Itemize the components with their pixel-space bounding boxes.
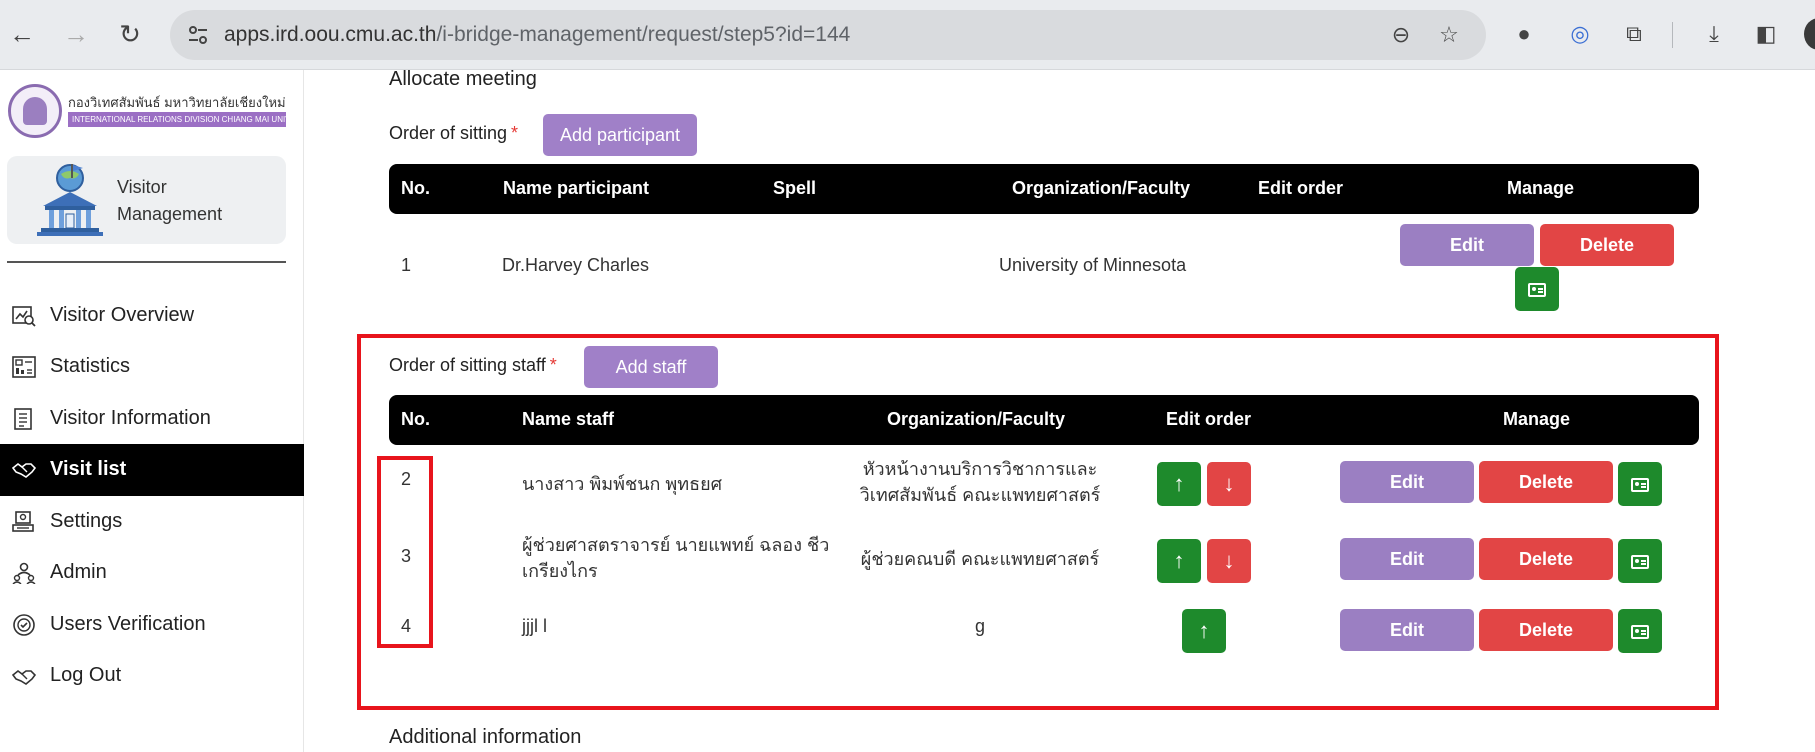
lightbulb-extension-icon[interactable]: ●	[1510, 20, 1538, 48]
url-host: apps.ird.oou.cmu.ac.th	[224, 23, 437, 46]
site-settings-icon[interactable]	[186, 23, 210, 47]
visitor-management-card[interactable]: Visitor Management	[7, 156, 286, 244]
order-of-sitting-text: Order of sitting	[389, 123, 508, 143]
sidebar-item-users-verification[interactable]: Users Verification	[0, 599, 304, 651]
url-path: /i-bridge-management/request/step5?id=14…	[436, 23, 851, 46]
sidebar-item-label: Admin	[50, 561, 107, 583]
header-edit-order: Edit order	[1258, 178, 1344, 198]
star-bookmark-icon[interactable]: ☆	[1436, 22, 1462, 48]
reload-icon[interactable]: ↻	[114, 18, 146, 50]
staff-number-highlight	[377, 456, 433, 648]
logout-icon	[12, 669, 36, 685]
id-card-button[interactable]	[1515, 267, 1559, 311]
sidebar-item-visit-list[interactable]: Visit list	[0, 444, 304, 496]
row-organization: University of Minnesota	[999, 255, 1187, 275]
delete-button[interactable]: Delete	[1540, 224, 1674, 266]
sidebar-item-log-out[interactable]: Log Out	[0, 650, 304, 702]
logo-thai-text: กองวิเทศสัมพันธ์ มหาวิทยาลัยเชียงใหม่	[68, 95, 286, 110]
header-organization: Organization/Faculty	[1012, 178, 1191, 198]
staff-section-highlight	[357, 334, 1719, 710]
order-of-sitting-label: Order of sitting *	[389, 123, 518, 144]
sidebar-item-label: Statistics	[50, 355, 131, 377]
admin-icon	[12, 562, 36, 584]
sidebar-item-label: Users Verification	[50, 613, 206, 635]
download-icon[interactable]: ⤓	[1700, 20, 1728, 48]
sidebar-item-statistics[interactable]: Statistics	[0, 341, 304, 393]
sidebar-item-admin[interactable]: Admin	[0, 547, 304, 599]
profile-avatar[interactable]	[1804, 18, 1815, 50]
statistics-icon	[12, 356, 36, 378]
edit-button[interactable]: Edit	[1400, 224, 1534, 266]
sidebar-item-label: Visitor Information	[50, 407, 211, 429]
document-list-icon	[14, 408, 32, 430]
side-panel-icon[interactable]: ◧	[1752, 20, 1780, 48]
url-text[interactable]: apps.ird.oou.cmu.ac.th/i-bridge-manageme…	[224, 23, 850, 47]
row-no: 1	[401, 255, 412, 275]
organization-logo[interactable]: กองวิเทศสัมพันธ์ มหาวิทยาลัยเชียงใหม่ IN…	[8, 84, 286, 140]
visitor-management-title: Visitor Management	[117, 177, 223, 224]
required-mark: *	[511, 123, 519, 143]
main-content: Allocate meeting Order of sitting * Add p…	[305, 68, 1815, 752]
add-participant-button[interactable]: Add participant	[543, 114, 697, 156]
building-globe-icon	[37, 164, 103, 236]
row-name: Dr.Harvey Charles	[502, 255, 650, 275]
chart-search-icon	[12, 306, 36, 327]
sidebar-item-visitor-overview[interactable]: Visitor Overview	[0, 290, 304, 342]
header-name-participant: Name participant	[503, 178, 650, 198]
logo-english-text: INTERNATIONAL RELATIONS DIVISION CHIANG …	[68, 112, 286, 127]
university-seal-icon	[8, 84, 62, 138]
sidebar-item-label: Visit list	[50, 458, 127, 480]
address-bar[interactable]: apps.ird.oou.cmu.ac.th/i-bridge-manageme…	[170, 10, 1486, 60]
sidebar-divider	[7, 261, 286, 263]
allocate-meeting-title: Allocate meeting	[389, 68, 537, 90]
zoom-out-icon[interactable]: ⊖	[1388, 22, 1414, 48]
sidebar-item-label: Log Out	[50, 664, 122, 686]
sidebar-item-settings[interactable]: Settings	[0, 496, 304, 548]
id-card-icon	[1528, 283, 1546, 298]
sidebar-item-label: Visitor Overview	[50, 304, 195, 326]
toolbar-divider	[1672, 22, 1673, 48]
settings-icon	[12, 511, 34, 532]
back-arrow-icon[interactable]: ←	[6, 18, 38, 50]
browser-toolbar: ← → ↻ apps.ird.oou.cmu.ac.th/i-bridge-ma…	[0, 0, 1815, 70]
header-spell: Spell	[773, 178, 817, 198]
verification-icon	[13, 614, 35, 636]
header-no: No.	[401, 178, 430, 198]
swirl-extension-icon[interactable]: ◎	[1566, 20, 1594, 48]
extensions-puzzle-icon[interactable]: ⧉	[1620, 20, 1648, 48]
sidebar: กองวิเทศสัมพันธ์ มหาวิทยาลัยเชียงใหม่ IN…	[0, 70, 304, 752]
participants-table-header: No. Name participant Spell Organization/…	[389, 164, 1699, 214]
handshake-icon	[12, 462, 36, 478]
sidebar-item-label: Settings	[50, 510, 123, 532]
sidebar-item-visitor-information[interactable]: Visitor Information	[0, 393, 304, 445]
header-manage: Manage	[1507, 178, 1575, 198]
forward-arrow-icon[interactable]: →	[60, 18, 92, 50]
additional-information-title: Additional information	[389, 726, 582, 748]
